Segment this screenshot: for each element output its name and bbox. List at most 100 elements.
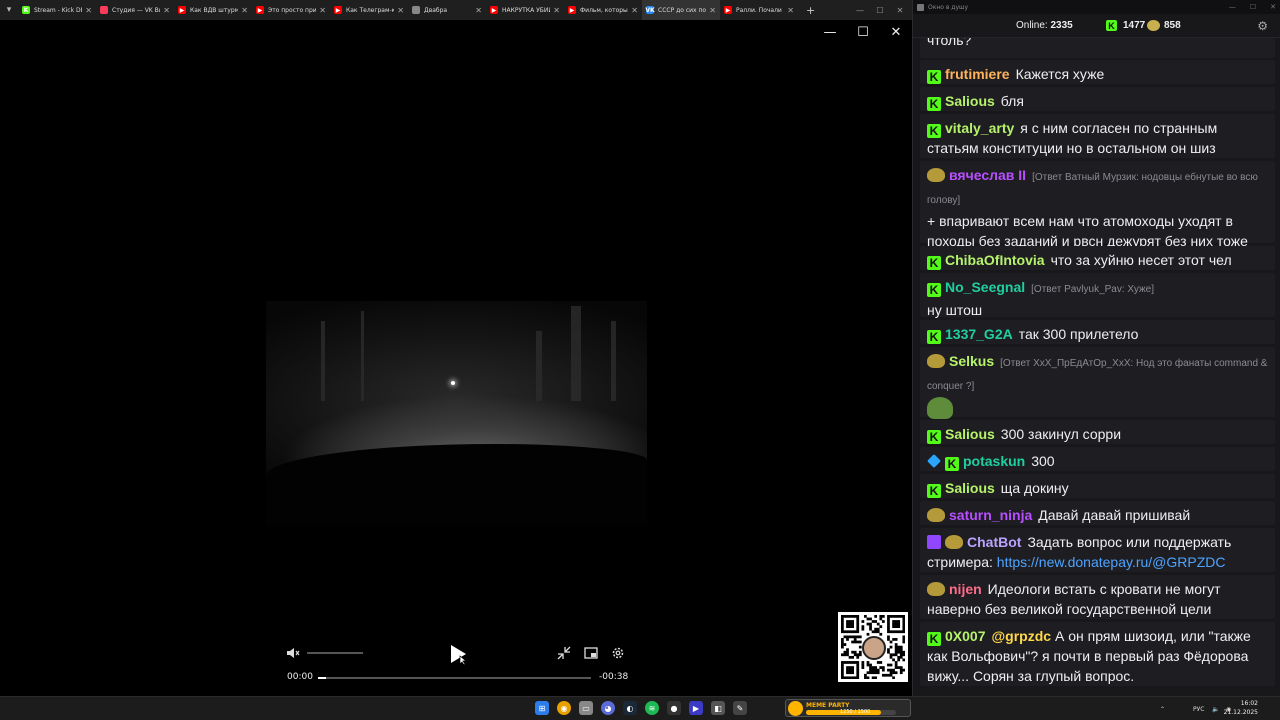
- media-player-icon[interactable]: ▶: [689, 701, 703, 715]
- obs-icon[interactable]: ●: [667, 701, 681, 715]
- kick-icon: K: [1106, 20, 1117, 31]
- seek-progress: [318, 677, 327, 679]
- app-logo-icon: [917, 3, 924, 11]
- tab-close-icon[interactable]: ✕: [85, 6, 92, 15]
- browser-tab[interactable]: ▶ Как Телеграм-канал✕: [330, 0, 408, 20]
- tab-close-icon[interactable]: ✕: [787, 6, 794, 15]
- pepe-badge-icon: [927, 168, 945, 182]
- chat-username[interactable]: vitaly_arty: [945, 120, 1014, 136]
- chat-message: K 1337_G2A так 300 прилетело: [920, 320, 1275, 344]
- kick-badge-icon: K: [945, 457, 959, 471]
- kick-badge-icon: K: [927, 283, 941, 297]
- chat-username[interactable]: frutimiere: [945, 66, 1010, 82]
- chat-username[interactable]: ChatBot: [967, 534, 1021, 550]
- meme-title: MEME PARTY: [806, 701, 850, 709]
- close-icon[interactable]: ✕: [1270, 3, 1276, 11]
- picture-in-picture-icon[interactable]: [583, 645, 599, 661]
- minimize-icon[interactable]: —: [1229, 3, 1236, 11]
- play-button[interactable]: [446, 642, 470, 666]
- close-icon[interactable]: ✕: [890, 0, 910, 20]
- chat-username[interactable]: saturn_ninja: [949, 507, 1032, 523]
- vscode-icon[interactable]: ◧: [711, 701, 725, 715]
- new-tab-button[interactable]: +: [798, 4, 823, 17]
- tab-menu-icon[interactable]: ▾: [0, 0, 18, 20]
- chat-username[interactable]: Salious: [945, 480, 995, 496]
- tab-close-icon[interactable]: ✕: [163, 6, 170, 15]
- tray-chevron-icon[interactable]: ⌃: [1160, 697, 1165, 720]
- browser-tab[interactable]: ▶ Фильм, который ✕: [564, 0, 642, 20]
- meme-party-widget[interactable]: MEME PARTY 1250 / 1500: [785, 699, 911, 717]
- tab-label: Двабра: [424, 6, 448, 14]
- browser-tab[interactable]: K Stream - Kick DEL✕: [18, 0, 96, 20]
- chat-message: saturn_ninja Давай давай пришивай: [920, 501, 1275, 525]
- bot-badge-icon: [927, 535, 941, 549]
- tab-close-icon[interactable]: ✕: [475, 6, 482, 15]
- settings-gear-icon[interactable]: [610, 645, 626, 661]
- browser-tab[interactable]: ▶ Это просто прибыль✕: [252, 0, 330, 20]
- tab-label: Это просто прибыль: [268, 6, 317, 14]
- minimize-icon[interactable]: —: [822, 24, 838, 40]
- tab-close-icon[interactable]: ✕: [553, 6, 560, 15]
- chat-message-text: Кажется хуже: [1015, 66, 1105, 82]
- discord-icon[interactable]: ◕: [601, 701, 615, 715]
- browser-tab[interactable]: Студия — VK Видео✕: [96, 0, 174, 20]
- chat-username[interactable]: No_Seegnal: [945, 279, 1025, 295]
- chat-username[interactable]: 0X007: [945, 628, 985, 644]
- start-icon[interactable]: ⊞: [535, 701, 549, 715]
- close-icon[interactable]: ✕: [888, 24, 904, 40]
- maximize-icon[interactable]: ☐: [870, 0, 890, 20]
- browser-tab[interactable]: ▶ Как ВДВ штурмуют✕: [174, 0, 252, 20]
- chat-username[interactable]: вячеслав II: [949, 167, 1026, 183]
- clock[interactable]: 16:02 21.12.2025: [1224, 699, 1258, 717]
- tab-label: Как ВДВ штурмуют: [190, 6, 239, 14]
- tab-close-icon[interactable]: ✕: [397, 6, 404, 15]
- tab-close-icon[interactable]: ✕: [631, 6, 638, 15]
- language-indicator[interactable]: РУС: [1193, 697, 1204, 720]
- chat-message: чтоль?: [920, 38, 1275, 58]
- explorer-icon[interactable]: ▭: [579, 701, 593, 715]
- volume-slider[interactable]: [307, 652, 363, 654]
- tab-close-icon[interactable]: ✕: [241, 6, 248, 15]
- seek-bar[interactable]: [318, 677, 591, 679]
- qr-code: [838, 612, 908, 682]
- app-icon[interactable]: ✎: [733, 701, 747, 715]
- tab-favicon-icon: ▶: [490, 6, 498, 14]
- volume-tray-icon[interactable]: 🔈: [1212, 697, 1219, 720]
- tab-favicon-icon: [412, 6, 420, 14]
- chrome-icon[interactable]: ◉: [557, 701, 571, 715]
- chat-message: Kpotaskun 300: [920, 447, 1275, 471]
- chat-message-text: что за хуйню несет этот чел: [1050, 252, 1232, 268]
- chat-username[interactable]: Selkus: [949, 353, 994, 369]
- kick-badge-icon: K: [927, 97, 941, 111]
- maximize-icon[interactable]: ☐: [855, 24, 871, 40]
- chat-username[interactable]: ChibaOfIntovia: [945, 252, 1045, 268]
- chat-settings-icon[interactable]: ⚙: [1257, 19, 1268, 33]
- tab-favicon-icon: ▶: [724, 6, 732, 14]
- tab-favicon-icon: ▶: [568, 6, 576, 14]
- tab-close-icon[interactable]: ✕: [709, 6, 716, 15]
- video-player[interactable]: — ☐ ✕ 00:00 -00:38: [0, 20, 912, 696]
- tab-close-icon[interactable]: ✕: [319, 6, 326, 15]
- chat-username[interactable]: nijen: [949, 581, 982, 597]
- chat-reply-context: [Ответ Pavlyuk_Pav: Хуже]: [1031, 284, 1155, 295]
- chat-message-text: ща докину: [1000, 480, 1069, 496]
- exit-fullscreen-icon[interactable]: [556, 645, 572, 661]
- browser-tab[interactable]: ▶ НАКРУТКА УБИЙСТВ✕: [486, 0, 564, 20]
- chat-username[interactable]: Salious: [945, 426, 995, 442]
- maximize-icon[interactable]: ☐: [1250, 3, 1256, 11]
- browser-tab[interactable]: ▶ Ралли. Почали ✕: [720, 0, 798, 20]
- steam-icon[interactable]: ◐: [623, 701, 637, 715]
- tab-favicon-icon: K: [22, 6, 30, 14]
- chat-message: вячеслав II [Ответ Ватный Мурзик: нодовцы…: [920, 161, 1275, 249]
- chat-link[interactable]: https://new.donatepay.ru/@GRPZDC: [997, 554, 1226, 570]
- chat-username[interactable]: 1337_G2A: [945, 326, 1013, 342]
- browser-tab[interactable]: Двабра ✕: [408, 0, 486, 20]
- chat-username[interactable]: potaskun: [963, 453, 1025, 469]
- chat-username[interactable]: Salious: [945, 93, 995, 109]
- pepe-emote-icon: [927, 397, 953, 420]
- mute-icon[interactable]: [285, 645, 301, 661]
- minimize-icon[interactable]: —: [850, 0, 870, 20]
- tab-label: СССР до сих пор: [658, 6, 707, 14]
- spotify-icon[interactable]: ≋: [645, 701, 659, 715]
- browser-tab[interactable]: VK СССР до сих пор ✕: [642, 0, 720, 20]
